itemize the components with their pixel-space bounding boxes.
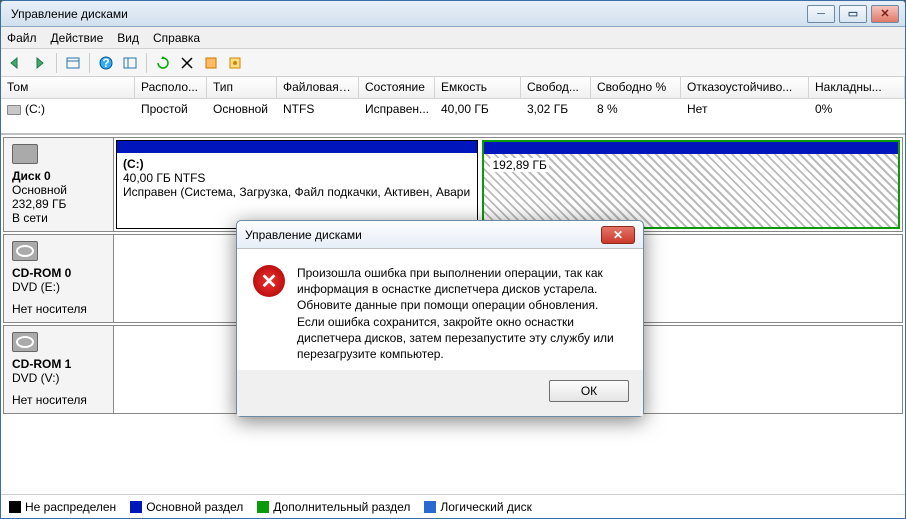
help-button[interactable]: ? [95, 52, 117, 74]
legend-unallocated-swatch [9, 501, 21, 513]
minimize-button[interactable]: ─ [807, 5, 835, 23]
col-fault[interactable]: Отказоустойчиво... [681, 77, 809, 98]
legend-logical-swatch [424, 501, 436, 513]
partition-unformatted[interactable]: 192,89 ГБ [482, 140, 900, 229]
cdrom-icon [12, 332, 38, 352]
menu-file[interactable]: Файл [7, 31, 37, 45]
col-filesys[interactable]: Файловая с... [277, 77, 359, 98]
toolbar: ? [1, 49, 905, 77]
vol-cap: 40,00 ГБ [435, 100, 521, 118]
cdrom-1-header: CD-ROM 1 DVD (V:) Нет носителя [4, 326, 114, 413]
vol-fault: Нет [681, 100, 809, 118]
partition-c[interactable]: (C:) 40,00 ГБ NTFS Исправен (Система, За… [116, 140, 478, 229]
col-overhead[interactable]: Накладны... [809, 77, 905, 98]
col-layout[interactable]: Располо... [135, 77, 207, 98]
dialog-close-button[interactable]: ✕ [601, 226, 635, 244]
error-icon: ✕ [253, 265, 285, 297]
legend-primary-swatch [130, 501, 142, 513]
vol-ovh: 0% [809, 100, 905, 118]
cdrom-0-header: CD-ROM 0 DVD (E:) Нет носителя [4, 235, 114, 322]
delete-button[interactable] [176, 52, 198, 74]
col-volume[interactable]: Том [1, 77, 135, 98]
col-capacity[interactable]: Емкость [435, 77, 521, 98]
vol-freepct: 8 % [591, 100, 681, 118]
menu-view[interactable]: Вид [117, 31, 139, 45]
vol-layout: Простой [135, 100, 207, 118]
volume-headers: Том Располо... Тип Файловая с... Состоян… [1, 77, 905, 99]
drive-icon [7, 105, 21, 115]
views-button[interactable] [62, 52, 84, 74]
close-button[interactable]: ✕ [871, 5, 899, 23]
dialog-title: Управление дисками [245, 228, 601, 242]
titlebar[interactable]: Управление дисками ─ ▭ ✕ [1, 1, 905, 27]
volume-list: Том Располо... Тип Файловая с... Состоян… [1, 77, 905, 135]
legend-extended-swatch [257, 501, 269, 513]
col-type[interactable]: Тип [207, 77, 277, 98]
disk-0-row[interactable]: Диск 0 Основной 232,89 ГБ В сети (C:) 40… [3, 137, 903, 232]
vol-free: 3,02 ГБ [521, 100, 591, 118]
list-button[interactable] [119, 52, 141, 74]
error-dialog: Управление дисками ✕ ✕ Произошла ошибка … [236, 220, 644, 417]
col-freepct[interactable]: Свободно % [591, 77, 681, 98]
maximize-button[interactable]: ▭ [839, 5, 867, 23]
col-free[interactable]: Свобод... [521, 77, 591, 98]
disk-icon [12, 144, 38, 164]
svg-text:?: ? [102, 56, 109, 70]
menubar: Файл Действие Вид Справка [1, 27, 905, 49]
vol-type: Основной [207, 100, 277, 118]
vol-fs: NTFS [277, 100, 359, 118]
settings-button[interactable] [224, 52, 246, 74]
cdrom-icon [12, 241, 38, 261]
menu-action[interactable]: Действие [51, 31, 104, 45]
refresh-button[interactable] [152, 52, 174, 74]
back-button[interactable] [5, 52, 27, 74]
menu-help[interactable]: Справка [153, 31, 200, 45]
dialog-message: Произошла ошибка при выполнении операции… [297, 265, 627, 362]
properties-button[interactable] [200, 52, 222, 74]
legend: Не распределен Основной раздел Дополните… [1, 494, 905, 518]
disk-0-header: Диск 0 Основной 232,89 ГБ В сети [4, 138, 114, 231]
ok-button[interactable]: ОК [549, 380, 629, 402]
window-title: Управление дисками [7, 7, 807, 21]
dialog-titlebar[interactable]: Управление дисками ✕ [237, 221, 643, 249]
volume-row[interactable]: (C:) Простой Основной NTFS Исправен... 4… [1, 99, 905, 119]
col-status[interactable]: Состояние [359, 77, 435, 98]
forward-button[interactable] [29, 52, 51, 74]
vol-name: (C:) [1, 100, 135, 118]
vol-status: Исправен... [359, 100, 435, 118]
